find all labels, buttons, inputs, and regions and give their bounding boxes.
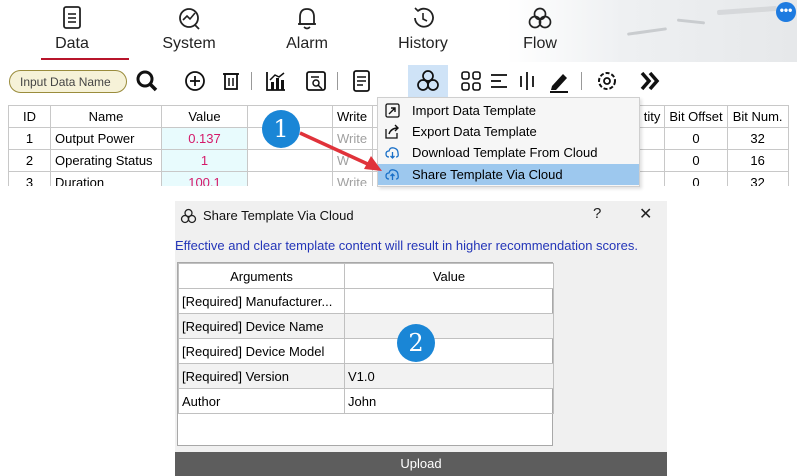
- menu-item-import-template[interactable]: Import Data Template: [378, 100, 639, 121]
- menu-label: Import Data Template: [412, 103, 537, 118]
- dialog-title: Share Template Via Cloud: [203, 208, 354, 223]
- argument-name: [Required] Version: [178, 363, 345, 389]
- toolbar-divider: [251, 72, 252, 90]
- argument-name: [Required] Manufacturer...: [178, 288, 345, 314]
- nav-item-alarm[interactable]: Alarm: [278, 0, 336, 62]
- search-icon[interactable]: [134, 68, 160, 94]
- cell-bit-offset: 0: [664, 127, 728, 150]
- nav-item-data[interactable]: Data: [40, 0, 104, 62]
- nav-label-alarm: Alarm: [286, 35, 328, 52]
- table-row[interactable]: Author John: [178, 388, 554, 414]
- active-tab-underline: [41, 58, 129, 60]
- top-navigation: Data System Alarm History Flow •••: [0, 0, 797, 62]
- cell-id: 1: [8, 127, 51, 150]
- template-icon: [180, 208, 197, 224]
- menu-label: Export Data Template: [412, 124, 537, 139]
- nav-item-flow[interactable]: Flow: [517, 0, 563, 62]
- argument-value-input[interactable]: [344, 338, 554, 364]
- column-header-value[interactable]: Value: [161, 105, 248, 128]
- document-icon[interactable]: [348, 68, 374, 94]
- nav-label-data: Data: [55, 35, 89, 52]
- bell-icon: [298, 8, 316, 30]
- forward-icon[interactable]: [637, 68, 663, 94]
- align-icon[interactable]: [486, 68, 512, 94]
- menu-label: Share Template Via Cloud: [412, 167, 563, 182]
- step-badge-2: 2: [397, 324, 435, 362]
- cell-name: Operating Status: [50, 149, 162, 172]
- nav-item-history[interactable]: History: [389, 0, 457, 62]
- data-icon: [63, 6, 81, 29]
- cell-value[interactable]: 1: [161, 149, 248, 172]
- cloud-download-icon: [385, 147, 399, 159]
- argument-name: [Required] Device Name: [178, 313, 345, 339]
- table-row[interactable]: [Required] Version V1.0: [178, 363, 554, 389]
- menu-item-download-from-cloud[interactable]: Download Template From Cloud: [378, 142, 639, 163]
- toolbar-divider: [581, 72, 582, 90]
- grid-icon[interactable]: [458, 68, 484, 94]
- cell-blank: [247, 149, 333, 172]
- cell-bit-num: 16: [726, 149, 789, 172]
- add-icon[interactable]: [182, 68, 208, 94]
- toolbar-divider: [337, 72, 338, 90]
- cell-name: Output Power: [50, 127, 162, 150]
- cell-bit-num: 32: [726, 127, 789, 150]
- column-header-name[interactable]: Name: [50, 105, 162, 128]
- help-button[interactable]: ?: [593, 205, 601, 222]
- close-icon[interactable]: ✕: [639, 204, 652, 224]
- monitor-icon[interactable]: [303, 68, 329, 94]
- menu-item-export-template[interactable]: Export Data Template: [378, 121, 639, 142]
- menu-item-share-via-cloud[interactable]: Share Template Via Cloud: [378, 164, 639, 185]
- menu-label: Download Template From Cloud: [412, 145, 598, 160]
- chart-icon[interactable]: [263, 68, 289, 94]
- upload-button[interactable]: Upload: [175, 452, 667, 476]
- more-options-button[interactable]: •••: [776, 2, 796, 22]
- edit-icon[interactable]: [546, 68, 572, 94]
- cloud-upload-icon: [385, 169, 399, 180]
- argument-value-input[interactable]: V1.0: [344, 363, 554, 389]
- export-icon: [385, 124, 399, 139]
- table-header-row: Arguments Value: [178, 263, 554, 289]
- history-icon: [414, 7, 434, 28]
- search-input[interactable]: Input Data Name: [9, 70, 127, 93]
- column-header-arguments: Arguments: [178, 263, 345, 289]
- import-icon: [385, 103, 400, 118]
- column-header-id[interactable]: ID: [8, 105, 51, 128]
- system-icon: [179, 8, 200, 30]
- table-row[interactable]: [Required] Device Name: [178, 313, 554, 339]
- table-row[interactable]: [Required] Manufacturer...: [178, 288, 554, 314]
- nav-label-flow: Flow: [523, 35, 557, 52]
- bars-icon[interactable]: [514, 68, 540, 94]
- column-header-bit-offset[interactable]: Bit Offset: [664, 105, 728, 128]
- cell-value[interactable]: 0.137: [161, 127, 248, 150]
- template-menu: Import Data Template Export Data Templat…: [377, 97, 640, 187]
- cell-write[interactable]: Write: [332, 127, 373, 150]
- arguments-table: Arguments Value [Required] Manufacturer.…: [177, 262, 554, 446]
- column-header-write[interactable]: Write: [332, 105, 373, 128]
- argument-value-input[interactable]: John: [344, 388, 554, 414]
- argument-value-input[interactable]: [344, 288, 554, 314]
- cell-bit-offset: 0: [664, 149, 728, 172]
- cell-id: 2: [8, 149, 51, 172]
- template-icon[interactable]: [415, 68, 441, 94]
- toolbar: Input Data Name: [0, 63, 797, 99]
- flow-icon: [528, 7, 552, 29]
- argument-name: [Required] Device Model: [178, 338, 345, 364]
- nav-item-system[interactable]: System: [157, 0, 221, 62]
- argument-name: Author: [178, 388, 345, 414]
- table-row[interactable]: [Required] Device Model: [178, 338, 554, 364]
- nav-label-system: System: [162, 35, 216, 52]
- column-header-value: Value: [344, 263, 554, 289]
- step-badge-1: 1: [262, 110, 300, 148]
- dialog-hint: Effective and clear template content wil…: [175, 238, 638, 253]
- column-header-bit-num[interactable]: Bit Num.: [726, 105, 789, 128]
- nav-label-history: History: [398, 35, 448, 52]
- cell-write[interactable]: W: [332, 149, 373, 172]
- argument-value-input[interactable]: [344, 313, 554, 339]
- delete-icon[interactable]: [218, 68, 244, 94]
- gear-icon[interactable]: [594, 68, 620, 94]
